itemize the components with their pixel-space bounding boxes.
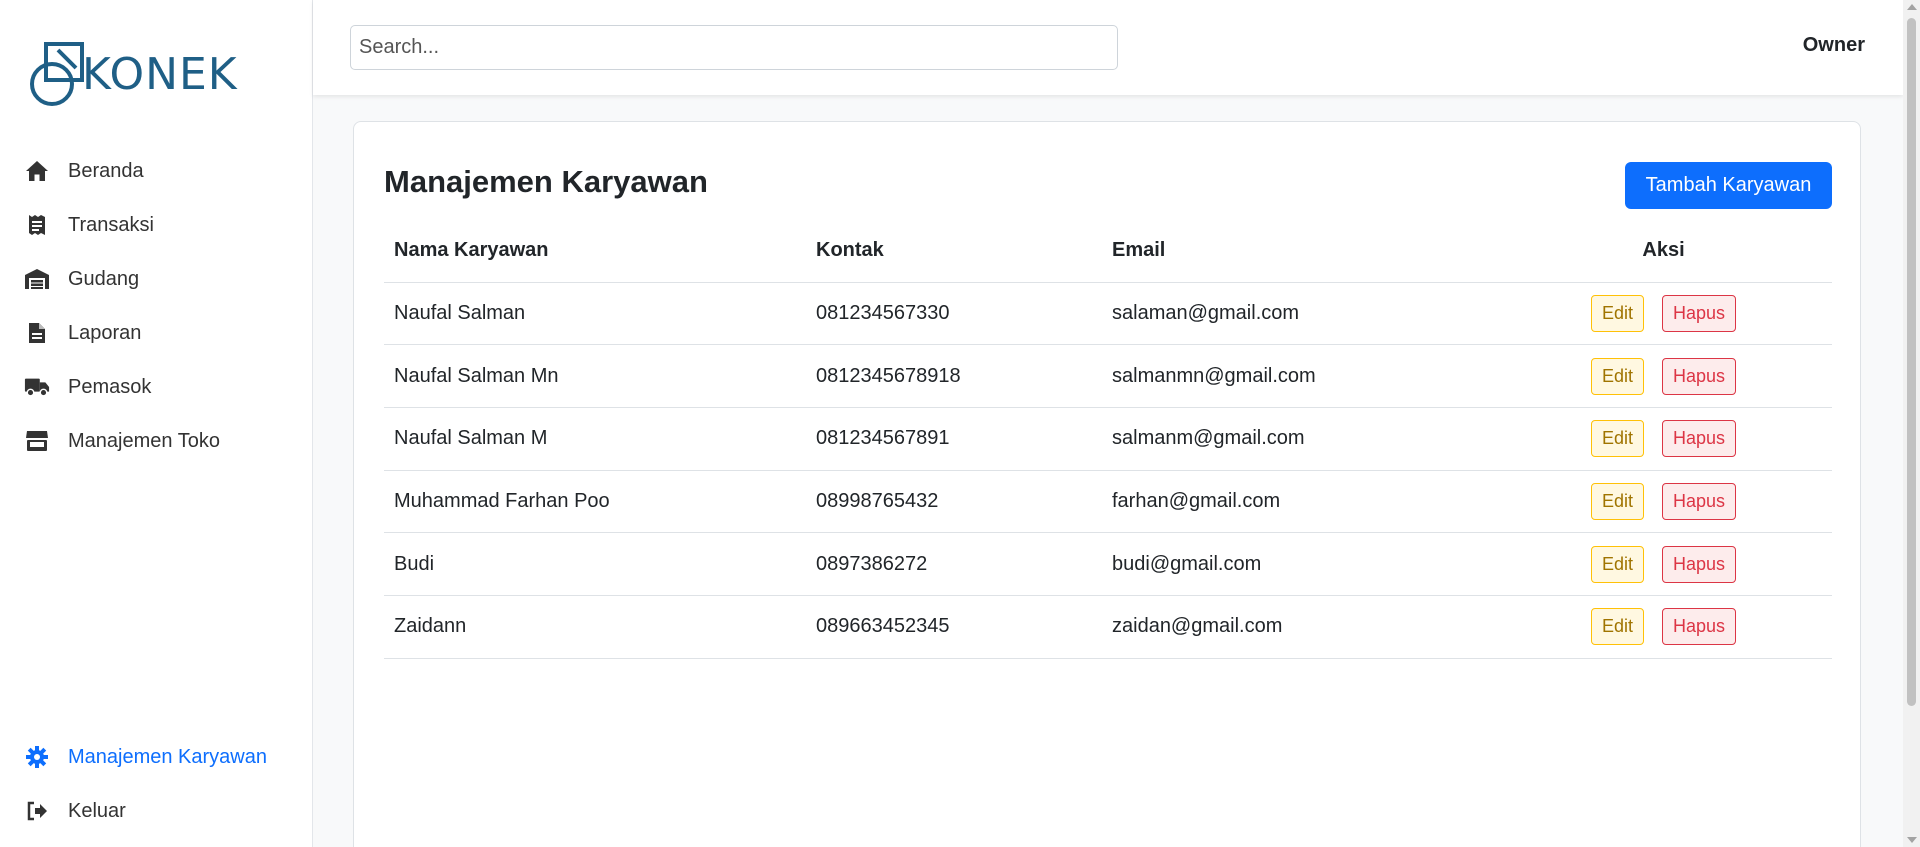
employee-email: salmanmn@gmail.com [1102, 344, 1495, 408]
logout-icon [24, 798, 50, 824]
store-icon [24, 428, 50, 454]
sidebar-bottom-nav: Manajemen Karyawan Keluar [0, 730, 313, 838]
employee-email: salaman@gmail.com [1102, 282, 1495, 346]
sidebar-item-transaksi[interactable]: Transaksi [0, 198, 313, 252]
employee-email: salmanm@gmail.com [1102, 407, 1495, 471]
sidebar-item-label: Laporan [68, 321, 142, 344]
edit-button[interactable]: Edit [1590, 545, 1644, 583]
sidebar-item-label: Beranda [68, 159, 144, 182]
employee-contact: 0812345678918 [806, 344, 1102, 408]
sidebar-item-label: Pemasok [68, 375, 152, 398]
edit-button[interactable]: Edit [1590, 294, 1644, 332]
employee-name: Naufal Salman [384, 282, 806, 346]
row-actions: Edit Hapus [1495, 532, 1832, 596]
row-actions: Edit Hapus [1495, 470, 1832, 534]
top-bar: Owner [313, 0, 1903, 95]
employee-email: budi@gmail.com [1102, 532, 1495, 596]
table-row: Naufal Salman M 081234567891 salmanm@gmail… [384, 407, 1832, 471]
column-header-email: Email [1102, 220, 1495, 283]
truck-icon [24, 374, 50, 400]
employee-contact: 08998765432 [806, 470, 1102, 534]
home-icon [24, 158, 50, 184]
sidebar-item-label: Manajemen Toko [68, 429, 220, 452]
edit-button[interactable]: Edit [1590, 420, 1644, 458]
delete-button[interactable]: Hapus [1662, 420, 1737, 458]
table-row: Naufal Salman Mn 0812345678918 salmanmn@gm… [384, 344, 1832, 408]
sidebar-item-pemasok[interactable]: Pemasok [0, 360, 313, 414]
table-row: Zaidann 089663452345 zaidan@gmail.com Edit H… [384, 595, 1832, 659]
employee-card: Manajemen Karyawan Tambah Karyawan Nama … [353, 121, 1861, 847]
brand-logo[interactable]: KONEK [28, 40, 238, 108]
employee-name: Zaidann [384, 595, 806, 659]
row-actions: Edit Hapus [1495, 344, 1832, 408]
table-header-row: Nama Karyawan Kontak Email Aksi [384, 220, 1832, 283]
employee-name: Budi [384, 532, 806, 596]
sidebar-item-keluar[interactable]: Keluar [0, 784, 313, 838]
delete-button[interactable]: Hapus [1662, 608, 1737, 646]
add-employee-button[interactable]: Tambah Karyawan [1625, 162, 1832, 209]
sidebar-item-label: Gudang [68, 267, 140, 290]
employee-name: Naufal Salman Mn [384, 344, 806, 408]
warehouse-icon [24, 266, 50, 292]
sidebar-item-manajemen-karyawan[interactable]: Manajemen Karyawan [0, 730, 313, 784]
table-row: Budi 0897386272 budi@gmail.com Edit Hapus [384, 532, 1832, 596]
employee-table: Nama Karyawan Kontak Email Aksi Naufal S… [384, 220, 1832, 659]
row-actions: Edit Hapus [1495, 407, 1832, 471]
sidebar-item-gudang[interactable]: Gudang [0, 252, 313, 306]
page-scrollbar[interactable] [1903, 0, 1920, 847]
brand-name: KONEK [82, 48, 238, 100]
column-header-name: Nama Karyawan [384, 220, 806, 283]
employee-contact: 081234567891 [806, 407, 1102, 471]
delete-button[interactable]: Hapus [1662, 294, 1737, 332]
logo-icon [30, 42, 84, 106]
search-input[interactable] [350, 25, 1118, 70]
scroll-down-arrow[interactable] [1907, 837, 1917, 843]
delete-button[interactable]: Hapus [1662, 545, 1737, 583]
employee-email: zaidan@gmail.com [1102, 595, 1495, 659]
employee-contact: 081234567330 [806, 282, 1102, 346]
file-icon [24, 320, 50, 346]
page-title: Manajemen Karyawan [384, 164, 708, 199]
table-row: Muhammad Farhan Poo 08998765432 farhan@gma… [384, 470, 1832, 534]
sidebar-item-beranda[interactable]: Beranda [0, 144, 313, 198]
delete-button[interactable]: Hapus [1662, 357, 1737, 395]
scroll-thumb[interactable] [1907, 18, 1916, 706]
gear-icon [24, 744, 50, 770]
user-name[interactable]: Owner [1803, 34, 1865, 57]
sidebar-nav: Beranda Transaksi Gudang Laporan Pemasok [0, 144, 313, 468]
edit-button[interactable]: Edit [1590, 608, 1644, 646]
column-header-actions: Aksi [1495, 220, 1832, 283]
sidebar-item-laporan[interactable]: Laporan [0, 306, 313, 360]
sidebar-item-label: Transaksi [68, 213, 154, 236]
sidebar-item-label: Manajemen Karyawan [68, 745, 267, 768]
row-actions: Edit Hapus [1495, 595, 1832, 659]
employee-contact: 0897386272 [806, 532, 1102, 596]
sidebar-item-label: Keluar [68, 799, 126, 822]
employee-name: Muhammad Farhan Poo [384, 470, 806, 534]
sidebar: KONEK Beranda Transaksi Gudang Laporan P… [0, 0, 313, 847]
row-actions: Edit Hapus [1495, 282, 1832, 346]
delete-button[interactable]: Hapus [1662, 482, 1737, 520]
column-header-contact: Kontak [806, 220, 1102, 283]
employee-contact: 089663452345 [806, 595, 1102, 659]
edit-button[interactable]: Edit [1590, 357, 1644, 395]
employee-name: Naufal Salman M [384, 407, 806, 471]
scroll-up-arrow[interactable] [1907, 4, 1917, 10]
receipt-icon [24, 212, 50, 238]
employee-email: farhan@gmail.com [1102, 470, 1495, 534]
table-row: Naufal Salman 081234567330 salaman@gmail.c… [384, 282, 1832, 346]
edit-button[interactable]: Edit [1590, 482, 1644, 520]
sidebar-item-manajemen-toko[interactable]: Manajemen Toko [0, 414, 313, 468]
